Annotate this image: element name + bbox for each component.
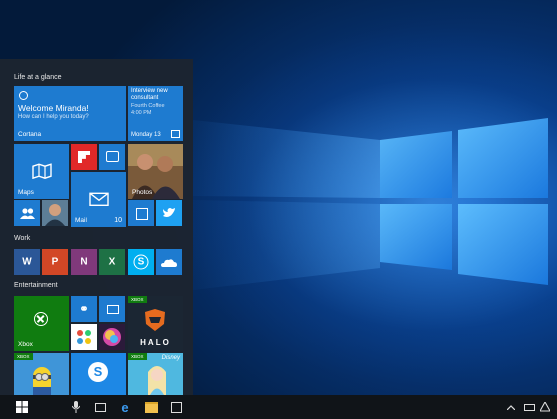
headphones-icon: ⚭ bbox=[79, 303, 89, 316]
flipboard-tile[interactable] bbox=[71, 144, 97, 170]
skype-icon: S bbox=[133, 254, 149, 270]
calendar-icon bbox=[171, 130, 180, 138]
flipboard-icon bbox=[78, 151, 90, 163]
people-icon bbox=[20, 208, 35, 219]
xbox-badge: XBOX bbox=[128, 296, 147, 303]
calendar-location: Fourth Coffee bbox=[131, 103, 165, 109]
frozen-character-icon bbox=[148, 366, 166, 395]
powerpoint-tile[interactable]: P bbox=[42, 249, 68, 275]
shazam-tile[interactable]: S bbox=[71, 353, 126, 395]
edge-browser-icon[interactable]: e bbox=[117, 399, 133, 415]
halo-tile[interactable]: XBOX HALO bbox=[128, 296, 183, 351]
microphone-icon[interactable] bbox=[68, 399, 84, 415]
excel-tile[interactable]: X bbox=[99, 249, 125, 275]
group-label-life-at-a-glance: Life at a glance bbox=[14, 74, 62, 81]
store-taskbar-icon[interactable] bbox=[168, 399, 184, 415]
mail-label: Mail bbox=[75, 217, 87, 224]
xbox-tile[interactable]: Xbox bbox=[14, 296, 69, 351]
colorful-app-tile[interactable] bbox=[99, 324, 125, 350]
skype-tile[interactable]: S bbox=[128, 249, 154, 275]
minion-character-icon bbox=[33, 367, 51, 395]
person-photo-icon bbox=[42, 200, 68, 226]
start-menu: Life at a glance Welcome Miranda! How ca… bbox=[0, 59, 193, 395]
feedback-tile[interactable] bbox=[99, 144, 125, 170]
onenote-tile[interactable]: N bbox=[71, 249, 97, 275]
cortana-tile[interactable]: Welcome Miranda! How can I help you toda… bbox=[14, 86, 126, 141]
group-label-work: Work bbox=[14, 235, 31, 242]
minions-game-tile[interactable]: XBOX bbox=[14, 353, 69, 395]
word-icon: W bbox=[22, 256, 32, 268]
film-icon bbox=[107, 305, 119, 314]
calendar-date: Monday 13 bbox=[131, 132, 161, 138]
file-explorer-icon[interactable] bbox=[142, 399, 160, 415]
excel-icon: X bbox=[108, 256, 116, 268]
pinwheel-icon bbox=[77, 330, 91, 344]
action-center-icon[interactable] bbox=[538, 399, 552, 415]
people-tile[interactable] bbox=[14, 200, 40, 226]
mail-tile[interactable]: Mail 10 bbox=[71, 172, 126, 227]
movies-tv-tile[interactable] bbox=[99, 296, 125, 322]
disney-logo: Disney bbox=[161, 355, 180, 361]
chevron-up-icon[interactable] bbox=[506, 399, 516, 415]
shopping-bag-icon bbox=[136, 208, 148, 220]
cortana-subtitle: How can I help you today? bbox=[18, 114, 89, 120]
windows-icon bbox=[16, 401, 28, 413]
twitter-bird-icon bbox=[163, 208, 175, 217]
powerpoint-icon: P bbox=[51, 256, 59, 268]
battery-icon[interactable] bbox=[522, 399, 536, 415]
onenote-icon: N bbox=[80, 256, 88, 268]
cortana-label: Cortana bbox=[18, 131, 42, 138]
photos-tile[interactable]: Photos bbox=[128, 144, 183, 199]
word-tile[interactable]: W bbox=[14, 249, 40, 275]
pinwheel-app-tile[interactable] bbox=[71, 324, 97, 350]
speech-bubble-icon bbox=[106, 151, 119, 162]
taskbar: e bbox=[0, 395, 557, 419]
task-view-icon[interactable] bbox=[92, 399, 108, 415]
calendar-time: 4:00 PM bbox=[131, 110, 152, 116]
groove-music-tile[interactable]: ⚭ bbox=[71, 296, 97, 322]
group-label-entertainment: Entertainment bbox=[14, 282, 58, 289]
cloud-icon bbox=[161, 259, 177, 267]
cortana-title: Welcome Miranda! bbox=[18, 103, 89, 113]
store-tile[interactable] bbox=[128, 200, 154, 226]
calendar-tile[interactable]: Interview new consultant Fourth Coffee 4… bbox=[128, 86, 183, 141]
halo-helmet-icon bbox=[145, 309, 165, 331]
mail-count: 10 bbox=[114, 217, 122, 224]
onedrive-tile[interactable] bbox=[156, 249, 182, 275]
halo-text: HALO bbox=[140, 338, 171, 347]
start-button[interactable] bbox=[0, 399, 44, 415]
twitter-tile[interactable] bbox=[156, 200, 182, 226]
contact-photo-tile[interactable] bbox=[42, 200, 68, 226]
envelope-icon bbox=[88, 192, 109, 206]
xbox-badge: XBOX bbox=[14, 353, 33, 360]
calendar-event: Interview new consultant bbox=[131, 88, 168, 101]
disney-frozen-tile[interactable]: XBOX Disney bbox=[128, 353, 183, 395]
maps-tile[interactable]: Maps bbox=[14, 144, 69, 199]
maps-label: Maps bbox=[18, 189, 34, 196]
xbox-icon bbox=[34, 312, 48, 326]
cortana-circle-icon bbox=[19, 91, 28, 100]
photos-label: Photos bbox=[132, 189, 153, 196]
shazam-icon: S bbox=[88, 362, 108, 382]
color-orb-icon bbox=[103, 328, 121, 346]
xbox-label: Xbox bbox=[18, 341, 33, 348]
xbox-badge: XBOX bbox=[128, 353, 147, 360]
map-icon bbox=[31, 162, 52, 179]
